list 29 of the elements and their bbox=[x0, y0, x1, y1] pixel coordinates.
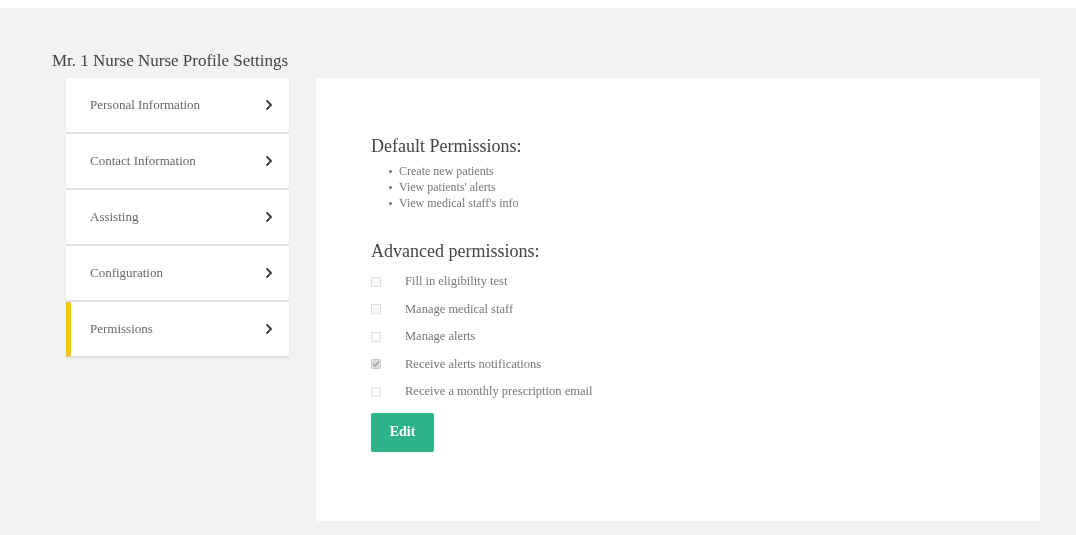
permission-text: View medical staff's info bbox=[399, 195, 519, 211]
checkbox[interactable] bbox=[371, 304, 381, 315]
checkbox-label: Fill in eligibility test bbox=[405, 274, 508, 290]
checkbox[interactable] bbox=[371, 359, 381, 370]
bullet-icon bbox=[389, 169, 392, 173]
checkbox[interactable] bbox=[371, 276, 381, 287]
permission-text: View patients' alerts bbox=[399, 179, 496, 195]
checkbox-label: Receive a monthly prescription email bbox=[405, 384, 593, 400]
sidebar-item[interactable]: Personal Information bbox=[66, 78, 289, 133]
section-heading: Advanced permissions: bbox=[371, 241, 541, 262]
sidebar-item[interactable]: Assisting bbox=[66, 190, 289, 245]
bullet-icon bbox=[389, 185, 392, 189]
sidebar-item[interactable]: Contact Information bbox=[66, 134, 289, 189]
chevron-icon bbox=[265, 99, 273, 111]
chevron-icon bbox=[265, 155, 273, 167]
chevron-icon bbox=[265, 267, 273, 279]
checkbox-label: Manage alerts bbox=[405, 329, 476, 345]
sidebar-item[interactable]: Permissions bbox=[66, 302, 289, 357]
page-title: Mr. 1 Nurse Nurse Profile Settings bbox=[52, 51, 290, 72]
section-heading: Default Permissions: bbox=[371, 136, 523, 157]
chevron-icon bbox=[265, 211, 273, 223]
checkbox-label: Receive alerts notifications bbox=[405, 356, 542, 372]
checkbox-label: Manage medical staff bbox=[405, 301, 514, 317]
checkbox[interactable] bbox=[371, 331, 381, 342]
bullet-icon bbox=[389, 201, 392, 205]
chevron-icon bbox=[265, 323, 273, 335]
permission-text: Create new patients bbox=[399, 163, 494, 179]
checkbox[interactable] bbox=[371, 386, 381, 397]
sidebar-item[interactable]: Configuration bbox=[66, 246, 289, 301]
